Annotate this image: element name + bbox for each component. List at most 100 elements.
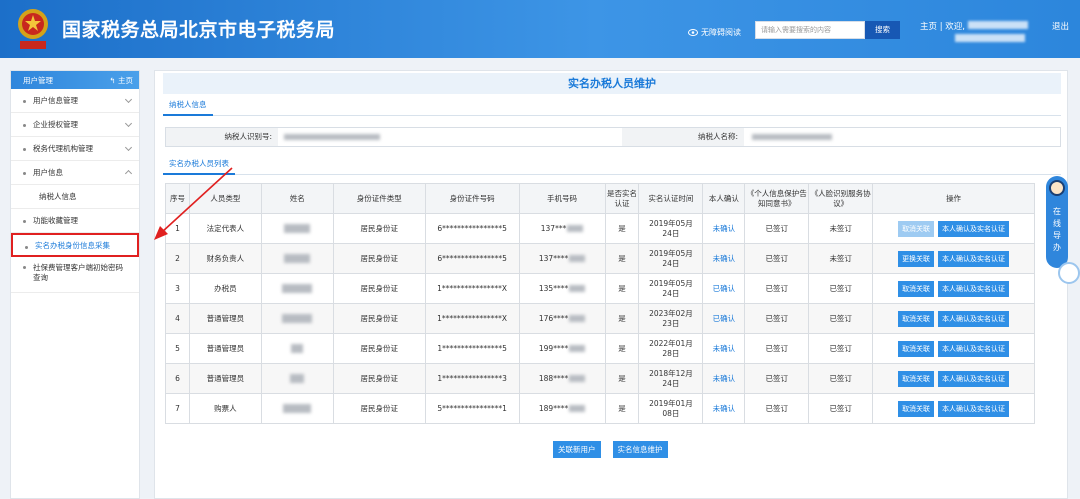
unlink-button[interactable]: 取消关联 — [898, 400, 935, 417]
cell-id-no: 6****************5 — [424, 213, 520, 244]
col-type: 人员类型 — [188, 183, 262, 214]
sidebar-item-taxpayer-info[interactable]: 纳税人信息 — [11, 185, 139, 209]
cell-privacy: 已签订 — [744, 273, 810, 304]
sidebar-item-user-info-mgmt[interactable]: 用户信息管理 — [11, 89, 139, 113]
sidebar-item-social-security-pwd[interactable]: 社保费管理客户端初始密码查询 — [11, 257, 139, 293]
cell-privacy: 已签订 — [744, 393, 810, 424]
cell-phone: 188**** — [518, 363, 606, 394]
realname-staff-table: 序号 人员类型 姓名 身份证件类型 身份证件号码 手机号码 是否实名认证 实名认… — [165, 183, 1035, 424]
chevron-down-icon — [124, 143, 133, 152]
col-verified: 是否实名认证 — [604, 183, 640, 214]
cell-no: 2 — [165, 243, 190, 274]
cell-time: 2019年05月24日 — [638, 273, 704, 304]
cell-id-no: 1****************X — [424, 303, 520, 334]
cell-id-no: 1****************X — [424, 273, 520, 304]
accessibility-label: 无障碍阅读 — [701, 28, 741, 37]
sidebar-item-agency-mgmt[interactable]: 税务代理机构管理 — [11, 137, 139, 161]
cell-phone: 137**** — [518, 243, 606, 274]
cell-confirm[interactable]: 已确认 — [702, 303, 746, 334]
confirm-verify-button[interactable]: 本人确认及实名认证 — [938, 310, 1010, 327]
sidebar-item-favorites[interactable]: 功能收藏管理 — [11, 209, 139, 233]
cell-verified: 是 — [604, 393, 640, 424]
cell-confirm[interactable]: 未确认 — [702, 243, 746, 274]
cell-id-no: 6****************5 — [424, 243, 520, 274]
cell-type: 普通管理员 — [188, 363, 262, 394]
sidebar-item-realname-collect[interactable]: 实名办税身份信息采集 — [11, 233, 139, 257]
cell-no: 3 — [165, 273, 190, 304]
cell-confirm[interactable]: 未确认 — [702, 213, 746, 244]
user-name-redacted — [967, 21, 1028, 29]
welcome-text: 欢迎, — [945, 22, 965, 32]
cell-name-redacted — [260, 393, 334, 424]
cell-ops: 取消关联 本人确认及实名认证 — [872, 303, 1035, 334]
unlink-button[interactable]: 取消关联 — [898, 310, 935, 327]
user-service-icon[interactable] — [1058, 262, 1080, 284]
sidebar-header: 用户管理 ↰ 主页 — [11, 71, 139, 89]
sidebar-item-user-info[interactable]: 用户信息 — [11, 161, 139, 185]
cell-ops: 取消关联 本人确认及实名认证 — [872, 213, 1035, 244]
table-row: 4 普通管理员 居民身份证 1****************X 176**** 是 202… — [165, 303, 1035, 334]
unlink-button[interactable]: 取消关联 — [898, 280, 935, 297]
cell-type: 法定代表人 — [188, 213, 262, 244]
col-name: 姓名 — [260, 183, 334, 214]
cell-privacy: 已签订 — [744, 363, 810, 394]
cell-time: 2019年05月24日 — [638, 213, 704, 244]
cell-ops: 更换关联 本人确认及实名认证 — [872, 243, 1035, 274]
col-no: 序号 — [165, 183, 190, 214]
confirm-verify-button[interactable]: 本人确认及实名认证 — [938, 370, 1010, 387]
cell-time: 2019年01月08日 — [638, 393, 704, 424]
realname-maintain-button[interactable]: 实名信息维护 — [612, 441, 668, 458]
cell-ops: 取消关联 本人确认及实名认证 — [872, 363, 1035, 394]
cell-confirm[interactable]: 已确认 — [702, 273, 746, 304]
cell-name-redacted — [260, 303, 334, 334]
cell-time: 2018年12月24日 — [638, 363, 704, 394]
cell-no: 1 — [165, 213, 190, 244]
cell-verified: 是 — [604, 333, 640, 364]
cell-face: 已签订 — [808, 303, 874, 334]
confirm-verify-button[interactable]: 本人确认及实名认证 — [938, 280, 1010, 297]
eye-icon — [688, 29, 698, 36]
cell-confirm[interactable]: 未确认 — [702, 333, 746, 364]
confirm-verify-button[interactable]: 本人确认及实名认证 — [938, 400, 1010, 417]
search-button[interactable]: 搜索 — [865, 21, 900, 39]
unlink-button[interactable]: 取消关联 — [898, 370, 935, 387]
cell-confirm[interactable]: 未确认 — [702, 393, 746, 424]
online-guide-label: 在线导办 — [1053, 207, 1061, 252]
sidebar-home-link[interactable]: ↰ 主页 — [109, 75, 133, 86]
accessibility-link[interactable]: 无障碍阅读 — [688, 27, 741, 38]
table-row: 5 普通管理员 居民身份证 1****************5 199**** 是 202… — [165, 333, 1035, 364]
sidebar-title: 用户管理 — [23, 75, 53, 85]
confirm-verify-button[interactable]: 本人确认及实名认证 — [938, 250, 1010, 267]
cell-verified: 是 — [604, 273, 640, 304]
cell-id-no: 1****************3 — [424, 363, 520, 394]
unlink-button[interactable]: 取消关联 — [898, 220, 935, 237]
confirm-verify-button[interactable]: 本人确认及实名认证 — [938, 220, 1010, 237]
cell-name-redacted — [260, 243, 334, 274]
cell-phone: 135**** — [518, 273, 606, 304]
logout-link[interactable]: 退出 — [1052, 20, 1069, 32]
home-link[interactable]: 主页 — [920, 22, 937, 32]
cell-no: 5 — [165, 333, 190, 364]
unlink-button[interactable]: 取消关联 — [898, 340, 935, 357]
cell-id-type: 居民身份证 — [332, 303, 426, 334]
search-input[interactable]: 请输入需要搜索的内容 — [755, 21, 865, 39]
taxpayer-name-value — [752, 128, 1052, 146]
cell-face: 未签订 — [808, 243, 874, 274]
cell-time: 2023年02月23日 — [638, 303, 704, 334]
table-row: 3 办税员 居民身份证 1****************X 135**** 是 2019年… — [165, 273, 1035, 304]
confirm-verify-button[interactable]: 本人确认及实名认证 — [938, 340, 1010, 357]
unlink-button[interactable]: 更换关联 — [898, 250, 935, 267]
site-title: 国家税务总局北京市电子税务局 — [62, 19, 336, 41]
table-row: 2 财务负责人 居民身份证 6****************5 137**** 是 201… — [165, 243, 1035, 274]
cell-face: 已签订 — [808, 393, 874, 424]
col-ops: 操作 — [872, 183, 1035, 214]
cell-ops: 取消关联 本人确认及实名认证 — [872, 393, 1035, 424]
cell-phone: 137*** — [518, 213, 606, 244]
top-header: 国家税务总局北京市电子税务局 无障碍阅读 请输入需要搜索的内容 搜索 主页 | … — [0, 0, 1080, 58]
cell-name-redacted — [260, 333, 334, 364]
cell-confirm[interactable]: 未确认 — [702, 363, 746, 394]
link-new-user-button[interactable]: 关联新用户 — [553, 441, 601, 458]
sidebar-item-enterprise-auth[interactable]: 企业授权管理 — [11, 113, 139, 137]
cell-time: 2022年01月28日 — [638, 333, 704, 364]
cell-phone: 189**** — [518, 393, 606, 424]
